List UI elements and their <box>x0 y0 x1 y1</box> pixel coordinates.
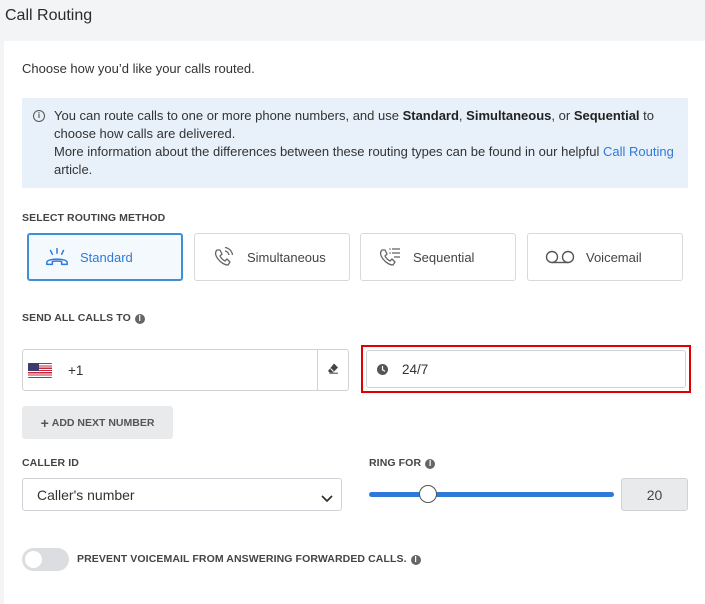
schedule-value: 24/7 <box>402 361 429 377</box>
chevron-down-icon <box>321 490 333 506</box>
routing-method-label: SELECT ROUTING METHOD <box>22 212 166 224</box>
add-next-number-button[interactable]: + ADD NEXT NUMBER <box>22 406 173 439</box>
prevent-voicemail-help-icon[interactable]: i <box>410 555 421 565</box>
call-routing-link[interactable]: Call Routing <box>603 144 674 159</box>
info-more-text: More information about the differences b… <box>54 144 674 177</box>
ring-for-value: 20 <box>621 478 688 511</box>
routing-simultaneous-label: Simultaneous <box>247 249 326 265</box>
voicemail-icon <box>544 246 576 268</box>
simultaneous-phone-icon <box>211 246 237 268</box>
prevent-voicemail-label: PREVENT VOICEMAIL FROM ANSWERING FORWARD… <box>77 553 421 565</box>
caller-id-label: CALLER ID <box>22 457 79 469</box>
routing-sequential-button[interactable]: Sequential <box>360 233 516 281</box>
caller-id-value: Caller's number <box>37 486 135 503</box>
routing-sequential-label: Sequential <box>413 249 475 265</box>
intro-text: Choose how you’d like your calls routed. <box>22 61 255 76</box>
plus-icon: + <box>40 414 49 431</box>
clear-number-button[interactable] <box>317 350 348 390</box>
toggle-knob <box>25 551 42 568</box>
routing-standard-button[interactable]: Standard <box>27 233 183 281</box>
routing-standard-label: Standard <box>80 249 133 265</box>
send-calls-help-icon[interactable]: i <box>134 314 145 324</box>
country-code: +1 <box>68 362 84 378</box>
standard-phone-icon <box>44 246 70 268</box>
schedule-highlight: 24/7 <box>361 345 691 393</box>
send-calls-label: SEND ALL CALLS TO i <box>22 312 145 324</box>
info-icon: i <box>33 110 45 122</box>
sequential-phone-icon <box>377 246 403 268</box>
routing-voicemail-label: Voicemail <box>586 249 642 265</box>
caller-id-select[interactable]: Caller's number <box>22 478 342 511</box>
add-next-number-label: ADD NEXT NUMBER <box>51 416 155 429</box>
us-flag-icon[interactable] <box>28 362 52 378</box>
clock-icon <box>377 363 388 375</box>
ring-for-label: RING FOR i <box>369 457 436 469</box>
info-text: You can route calls to one or more phone… <box>54 108 655 141</box>
prevent-voicemail-toggle[interactable] <box>22 548 69 571</box>
ring-for-slider-thumb[interactable] <box>418 485 437 503</box>
phone-number-input[interactable]: +1 <box>22 349 349 391</box>
schedule-select[interactable]: 24/7 <box>366 350 686 388</box>
routing-simultaneous-button[interactable]: Simultaneous <box>194 233 350 281</box>
ring-for-help-icon[interactable]: i <box>425 459 436 469</box>
call-routing-card: Choose how you’d like your calls routed.… <box>4 41 705 604</box>
page-title: Call Routing <box>5 7 93 24</box>
eraser-icon <box>327 361 339 379</box>
ring-for-slider-track[interactable] <box>369 492 614 497</box>
info-box: i You can route calls to one or more pho… <box>22 98 688 188</box>
routing-voicemail-button[interactable]: Voicemail <box>527 233 683 281</box>
